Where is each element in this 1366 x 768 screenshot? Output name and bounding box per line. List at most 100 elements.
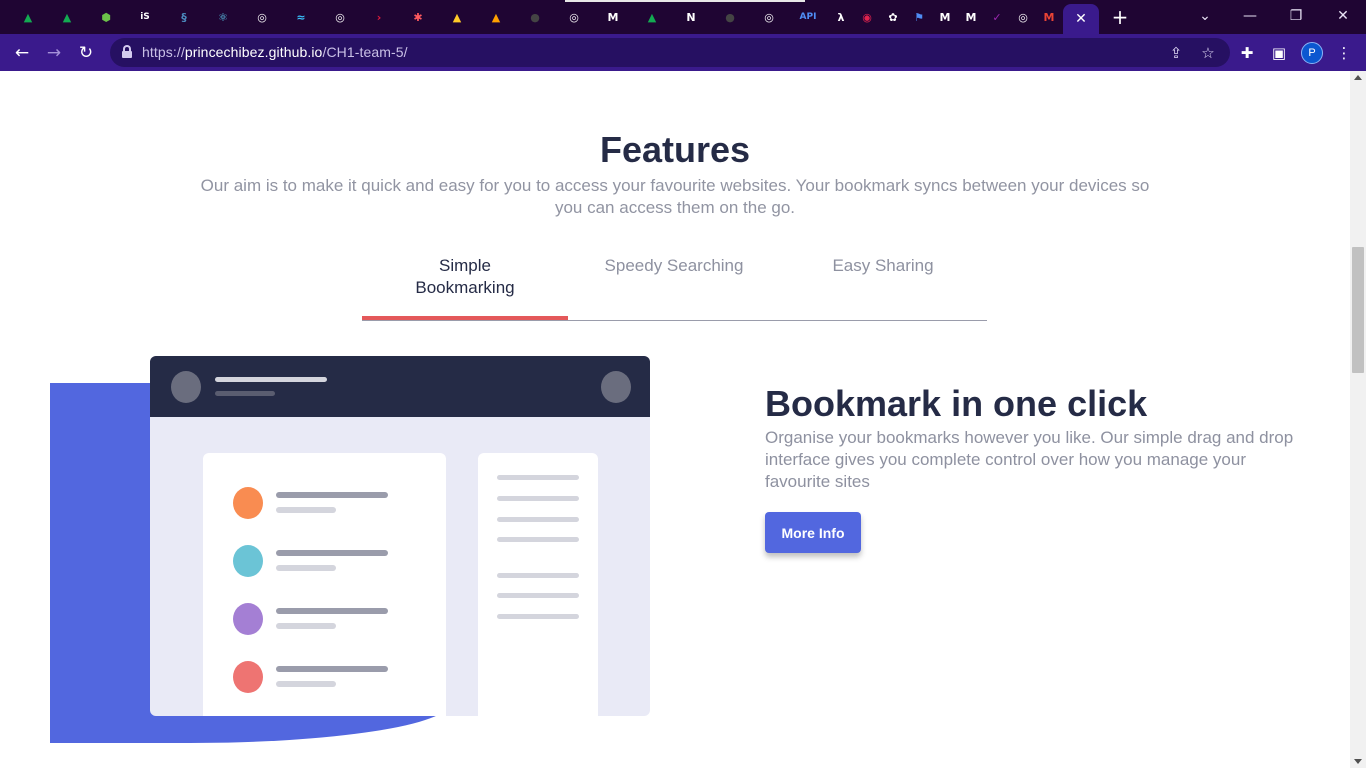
scroll-up-arrow-icon[interactable] xyxy=(1354,75,1362,80)
tab-search-icon[interactable]: ⌄ xyxy=(1182,4,1228,28)
browser-tab[interactable]: ✓ xyxy=(984,4,1010,30)
mongodb-leaf-icon: ▲ xyxy=(62,10,72,24)
scroll-thumb[interactable] xyxy=(1352,247,1364,373)
browser-tab[interactable]: ✿ xyxy=(880,4,906,30)
reload-button[interactable]: ↻ xyxy=(72,39,100,67)
browser-tab[interactable]: § xyxy=(166,4,202,30)
browser-tab[interactable]: ▲ xyxy=(439,4,475,30)
browser-tab[interactable]: N xyxy=(673,4,709,30)
close-tab-icon[interactable]: ✕ xyxy=(1075,11,1087,27)
browser-tab[interactable]: ▲ xyxy=(478,4,514,30)
illustration-line xyxy=(276,681,336,687)
scroll-down-arrow-icon[interactable] xyxy=(1354,759,1362,764)
chevron-right-red-icon: › xyxy=(376,10,382,24)
is-text-icon: iS xyxy=(140,12,150,22)
illustration-line xyxy=(276,623,336,629)
browser-tab[interactable]: ≈ xyxy=(283,4,319,30)
bookmark-star-icon[interactable]: ☆ xyxy=(1196,41,1220,65)
feature-panel-title: Bookmark in one click xyxy=(765,383,1148,424)
profile-avatar[interactable]: P xyxy=(1301,42,1323,64)
globe-icon: ◎ xyxy=(1018,10,1028,24)
browser-tab-strip: M ◎ ✓ M M ⚑ ✿ ◉ λ API ◎ ● N ▲ M ◎ ● ▲ ▲ ✱ › ◎ ≈ ◎ ⚛ § iS ⬢ ▲ ▲ ✕ + ⌄ … xyxy=(0,0,1366,34)
share-icon[interactable]: ⇪ xyxy=(1164,41,1188,65)
browser-toolbar: ← → ↻ https://princechibez.github.io/CH1… xyxy=(0,34,1366,71)
browser-tab[interactable]: ▲ xyxy=(49,4,85,30)
browser-tab[interactable]: ✱ xyxy=(400,4,436,30)
illustration-header-line xyxy=(215,391,275,396)
illustration-header-line xyxy=(215,377,327,382)
new-tab-button[interactable]: + xyxy=(1108,5,1132,29)
illustration-line xyxy=(497,496,579,501)
api-text-icon: API xyxy=(799,12,817,22)
browser-tab[interactable]: API xyxy=(790,4,826,30)
tab-easy-sharing[interactable]: Easy Sharing xyxy=(779,255,987,277)
browser-tab[interactable]: ◎ xyxy=(556,4,592,30)
browser-tab[interactable]: iS xyxy=(127,4,163,30)
browser-tab[interactable]: ▲ xyxy=(634,4,670,30)
browser-tab[interactable]: M xyxy=(958,4,984,30)
browser-tab[interactable]: ⚑ xyxy=(906,4,932,30)
react-atom-icon: ⚛ xyxy=(218,10,228,24)
browser-tab[interactable]: M xyxy=(595,4,631,30)
lock-icon[interactable] xyxy=(122,45,132,58)
illustration-line xyxy=(276,565,336,571)
browser-tab[interactable]: ◎ xyxy=(1010,4,1036,30)
side-panel-icon[interactable]: ▣ xyxy=(1266,40,1292,66)
bookmark-dot-purple xyxy=(233,603,263,635)
illustration-header-button xyxy=(601,371,631,403)
illustration-line xyxy=(276,507,336,513)
bookmark-dot-orange xyxy=(233,487,263,519)
restore-button[interactable]: ❐ xyxy=(1273,4,1319,28)
back-button[interactable]: ← xyxy=(8,39,36,67)
m-red-square-icon: M xyxy=(607,10,619,24)
browser-tab[interactable]: M xyxy=(932,4,958,30)
openai-icon: ✿ xyxy=(888,10,898,24)
globe-icon: ◎ xyxy=(335,10,345,24)
browser-tab[interactable]: ◎ xyxy=(244,4,280,30)
extensions-puzzle-icon[interactable]: ✚ xyxy=(1234,40,1260,66)
feature-panel-text: Organise your bookmarks however you like… xyxy=(765,428,1294,491)
github-icon: ● xyxy=(725,10,735,24)
browser-tab[interactable]: ⬢ xyxy=(88,4,124,30)
features-subtitle: Our aim is to make it quick and easy for… xyxy=(200,176,1150,217)
browser-tab[interactable]: λ xyxy=(828,4,854,30)
browser-tab[interactable]: ◎ xyxy=(322,4,358,30)
illustration-line xyxy=(497,593,579,598)
illustration-line xyxy=(276,608,388,614)
browser-tab[interactable]: M xyxy=(1036,4,1062,30)
url-text[interactable]: https://princechibez.github.io/CH1-team-… xyxy=(142,44,408,60)
github-icon: ● xyxy=(530,10,540,24)
browser-tab[interactable]: ● xyxy=(517,4,553,30)
features-heading: Features xyxy=(599,129,751,170)
minimize-button[interactable]: — xyxy=(1227,4,1273,28)
browser-tab[interactable]: ◎ xyxy=(751,4,787,30)
illustration-line xyxy=(276,666,388,672)
more-info-button[interactable]: More Info xyxy=(765,512,861,553)
globe-icon: ◎ xyxy=(764,10,774,24)
tab-simple-bookmarking[interactable]: Simple Bookmarking xyxy=(362,255,568,299)
browser-tab[interactable]: › xyxy=(361,4,397,30)
illustration-line xyxy=(497,475,579,480)
bookmark-dot-red xyxy=(233,661,263,693)
page-scrollbar[interactable] xyxy=(1350,71,1366,768)
forward-button[interactable]: → xyxy=(40,39,68,67)
illustration-header-avatar xyxy=(171,371,201,403)
firebase-flame-icon: ▲ xyxy=(491,10,501,24)
lambda-icon: λ xyxy=(837,10,845,24)
active-tab[interactable]: ✕ xyxy=(1063,4,1099,34)
purple-check-icon: ✓ xyxy=(992,10,1002,24)
close-window-button[interactable]: ✕ xyxy=(1320,4,1366,28)
browser-tab[interactable]: ▲ xyxy=(10,4,46,30)
illustration-line xyxy=(497,573,579,578)
menu-kebab-icon[interactable]: ⋮ xyxy=(1331,40,1357,66)
illustration-line xyxy=(497,537,579,542)
nextjs-n-icon: N xyxy=(686,10,696,24)
browser-tab[interactable]: ● xyxy=(712,4,748,30)
bookmark-dot-teal xyxy=(233,545,263,577)
browser-tab[interactable]: ⚛ xyxy=(205,4,241,30)
gmail-icon: M xyxy=(1043,10,1055,24)
address-bar[interactable]: https://princechibez.github.io/CH1-team-… xyxy=(110,38,1230,67)
flag-icon: ⚑ xyxy=(914,10,924,24)
tab-speedy-searching[interactable]: Speedy Searching xyxy=(570,255,778,277)
browser-tab[interactable]: ◉ xyxy=(854,4,880,30)
